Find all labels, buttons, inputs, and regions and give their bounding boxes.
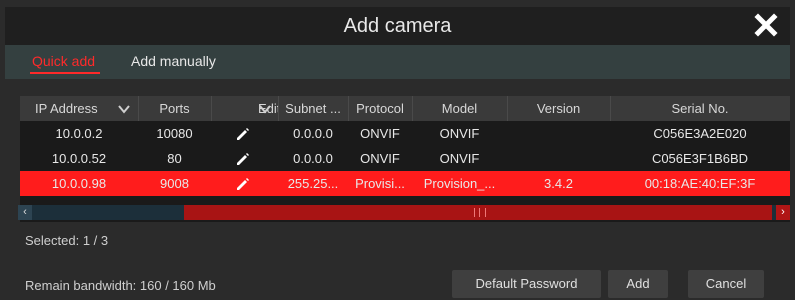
cell-model: ONVIF	[439, 151, 480, 166]
cell-serial: C056E3A2E020	[653, 126, 747, 141]
grip-icon	[474, 208, 486, 217]
column-header-version[interactable]: Version	[507, 96, 611, 121]
cell-serial: 00:18:AE:40:EF:3F	[644, 176, 756, 191]
scroll-left-arrow-icon[interactable]: ‹	[18, 205, 32, 220]
cell-model: ONVIF	[439, 126, 480, 141]
column-ip-label: IP Address	[35, 101, 98, 116]
chevron-down-icon[interactable]	[259, 103, 271, 115]
remain-bandwidth: Remain bandwidth: 160 / 160 Mb	[25, 278, 216, 293]
cell-ip: 10.0.0.52	[51, 151, 107, 166]
cell-ports: 80	[167, 151, 182, 166]
tab-bar: Quick add Add manually	[5, 45, 790, 79]
column-header-serial[interactable]: Serial No.	[610, 96, 790, 121]
table-row-selected[interactable]: 10.0.0.98 9008 255.25... Provisi... Prov…	[20, 171, 790, 196]
cell-subnet: 0.0.0.0	[293, 126, 333, 141]
table-row[interactable]: 10.0.0.2 10080 0.0.0.0 ONVIF ONVIF C056E…	[20, 121, 790, 146]
cell-model: Provision_...	[423, 176, 496, 191]
default-password-button[interactable]: Default Password	[452, 270, 601, 298]
cell-subnet: 0.0.0.0	[293, 151, 333, 166]
cell-protocol: ONVIF	[360, 151, 400, 166]
cell-ports: 10080	[156, 126, 193, 141]
add-button[interactable]: Add	[608, 270, 668, 298]
table-header: IP Address Ports Edit Subnet ... Protoco…	[20, 96, 790, 121]
scrollbar-thumb[interactable]	[184, 205, 772, 220]
column-header-ip[interactable]: IP Address	[20, 96, 139, 121]
selection-count: Selected: 1 / 3	[25, 233, 109, 248]
dialog-title: Add camera	[343, 15, 452, 37]
add-camera-dialog: Add camera Quick add Add manually IP Add…	[0, 0, 790, 300]
cell-subnet: 255.25...	[287, 176, 339, 191]
cell-version	[507, 146, 610, 171]
column-header-ports[interactable]: Ports	[138, 96, 212, 121]
pencil-icon[interactable]	[236, 152, 250, 166]
active-tab-underline	[30, 72, 100, 74]
cell-version	[507, 121, 610, 146]
cell-version: 3.4.2	[544, 176, 573, 191]
cell-ports: 9008	[160, 176, 189, 191]
pencil-icon[interactable]	[236, 177, 250, 191]
title-bar: Add camera	[5, 7, 790, 45]
column-header-protocol[interactable]: Protocol	[348, 96, 413, 121]
scroll-right-arrow-icon[interactable]: ›	[776, 205, 790, 220]
cancel-button[interactable]: Cancel	[688, 270, 764, 298]
cell-protocol: ONVIF	[360, 126, 400, 141]
column-header-model[interactable]: Model	[412, 96, 508, 121]
cell-serial: C056E3F1B6BD	[651, 151, 749, 166]
cell-protocol: Provisi...	[355, 176, 405, 191]
chevron-down-icon[interactable]	[118, 103, 130, 115]
tab-add-manually[interactable]: Add manually	[131, 53, 216, 69]
pencil-icon[interactable]	[236, 127, 250, 141]
column-header-subnet[interactable]: Subnet ...	[278, 96, 349, 121]
tab-quick-add[interactable]: Quick add	[32, 53, 95, 69]
table-row[interactable]: 10.0.0.52 80 0.0.0.0 ONVIF ONVIF C056E3F…	[20, 146, 790, 171]
camera-table: IP Address Ports Edit Subnet ... Protoco…	[20, 96, 790, 222]
horizontal-scrollbar[interactable]: ‹ ›	[18, 205, 790, 220]
cell-ip: 10.0.0.98	[51, 176, 107, 191]
cell-ip: 10.0.0.2	[55, 126, 103, 141]
close-icon[interactable]	[752, 11, 780, 39]
